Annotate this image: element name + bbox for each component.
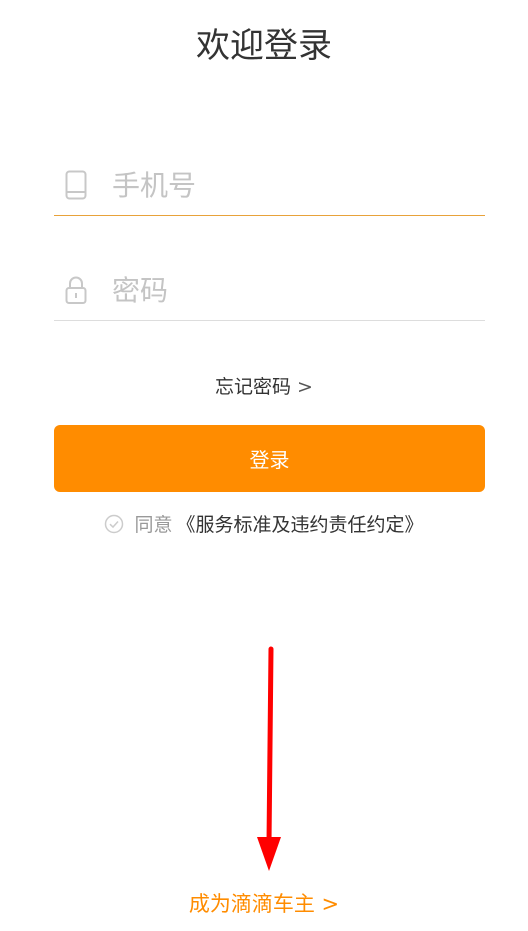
password-field[interactable] [54, 260, 485, 321]
agreement-prefix: 同意 [134, 514, 173, 536]
login-button[interactable]: 登录 [54, 425, 485, 492]
check-circle-icon[interactable] [104, 514, 124, 534]
phone-icon [62, 168, 90, 202]
arrow-down-icon [250, 645, 290, 875]
lock-icon [62, 273, 90, 307]
phone-field[interactable] [54, 155, 485, 216]
page-title: 欢迎登录 [196, 26, 332, 66]
become-driver-link[interactable]: 成为滴滴车主 > [0, 888, 528, 918]
agreement-link[interactable]: 《服务标准及违约责任约定》 [177, 510, 424, 537]
password-input[interactable] [112, 268, 485, 312]
phone-input[interactable] [112, 163, 485, 207]
chevron-right-icon: > [297, 376, 313, 398]
forgot-password-link[interactable]: 忘记密码 > [0, 372, 528, 399]
forgot-password-label: 忘记密码 [215, 376, 292, 398]
agreement-row: 同意 《服务标准及违约责任约定》 [0, 510, 528, 537]
